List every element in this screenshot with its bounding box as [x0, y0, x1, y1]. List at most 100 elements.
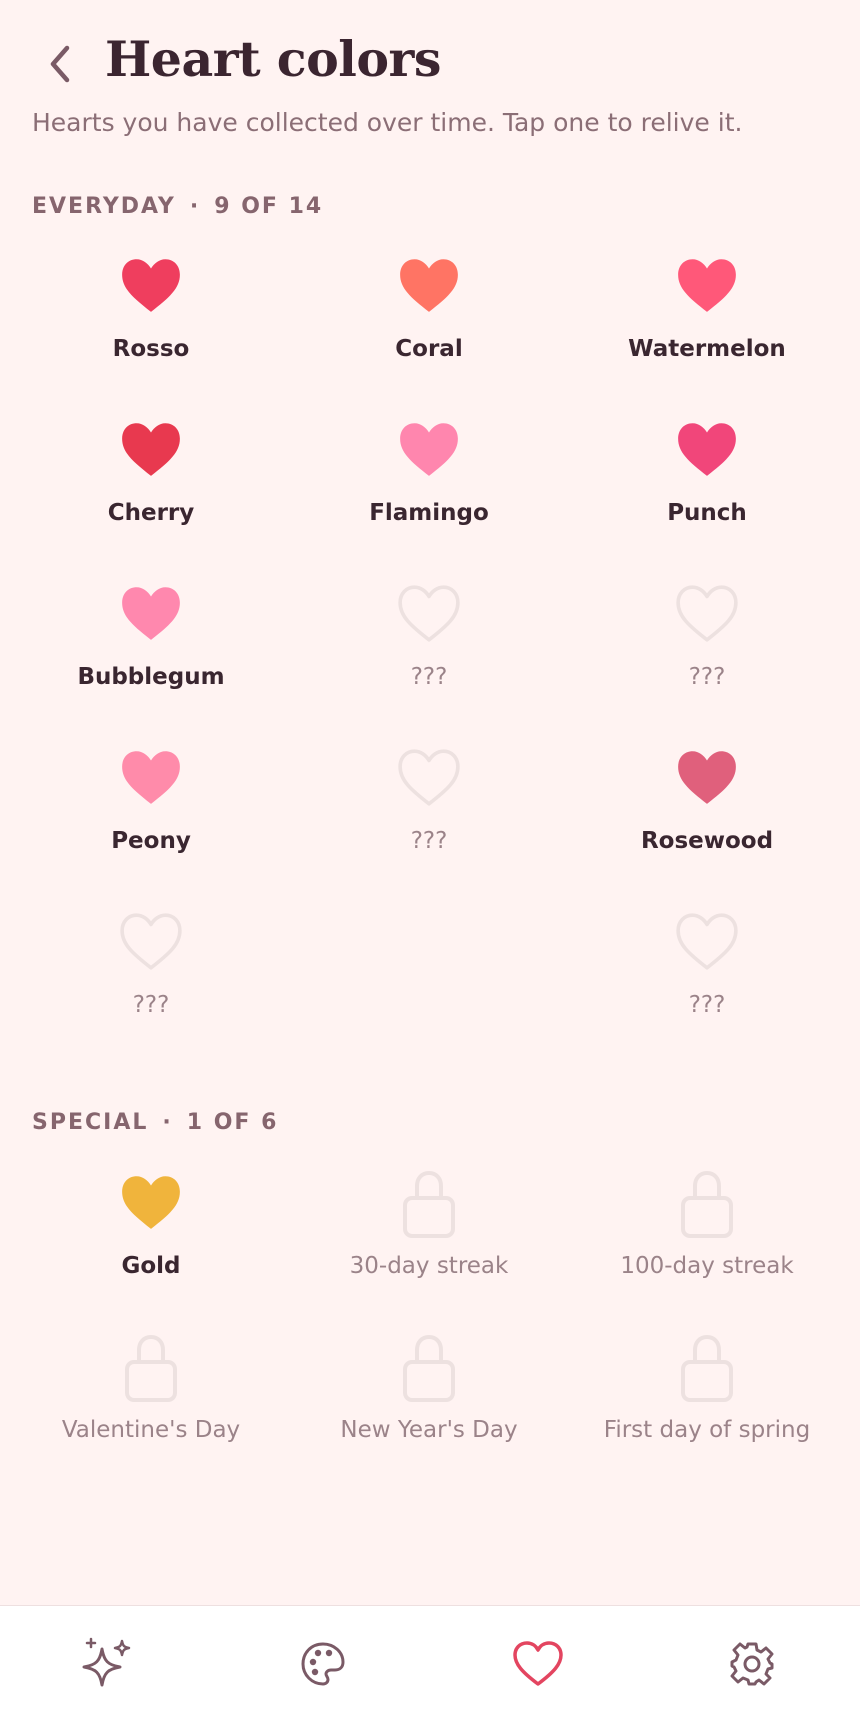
heart-tile[interactable]: 30-day streak [290, 1157, 568, 1321]
heart-filled-icon [678, 259, 736, 312]
lock-icon [681, 1334, 733, 1402]
heart-tile[interactable]: ??? [290, 732, 568, 896]
heart-tile[interactable]: Watermelon [568, 240, 846, 404]
heart-filled-icon [678, 751, 736, 804]
section-title-everyday: EVERYDAY · 9 OF 14 [32, 194, 323, 219]
back-button[interactable] [38, 40, 82, 88]
heart-tile-icon [672, 742, 742, 812]
heart-tile[interactable]: Flamingo [290, 404, 568, 568]
heart-outline-icon [676, 913, 738, 970]
heart-filled-icon [122, 259, 180, 312]
nav-item-palette[interactable] [293, 1634, 353, 1694]
heart-tile[interactable]: Peony [12, 732, 290, 896]
empty-grid-slot [290, 896, 568, 1060]
heart-icon [513, 1641, 563, 1686]
heart-tile-icon [116, 742, 186, 812]
heart-tile[interactable]: ??? [290, 568, 568, 732]
heart-tile[interactable]: Gold [12, 1157, 290, 1321]
lock-icon [403, 1170, 455, 1238]
heart-tile[interactable]: Bubblegum [12, 568, 290, 732]
everyday-hearts-grid: Rosso Coral Watermelon Cherry Flamingo Punch B… [12, 240, 846, 1060]
heart-tile-icon [116, 578, 186, 648]
palette-icon [301, 1642, 345, 1686]
heart-outline-icon [676, 585, 738, 642]
settings-gear-icon [730, 1642, 774, 1686]
heart-tile[interactable]: ??? [12, 896, 290, 1060]
heart-tile-label: ??? [410, 828, 448, 854]
heart-outline-icon [120, 913, 182, 970]
heart-tile-icon [394, 250, 464, 320]
heart-outline-icon [398, 749, 460, 806]
heart-tile-label: ??? [688, 664, 726, 690]
bottom-nav-bar [0, 1605, 860, 1721]
heart-tile-label: 30-day streak [349, 1253, 509, 1279]
heart-tile-label: Valentine's Day [61, 1417, 241, 1443]
heart-tile[interactable]: New Year's Day [290, 1321, 568, 1485]
heart-tile-icon [672, 578, 742, 648]
heart-tile[interactable]: Valentine's Day [12, 1321, 290, 1485]
heart-filled-icon [122, 751, 180, 804]
heart-tile-label: Rosewood [640, 828, 774, 854]
lock-icon [125, 1334, 177, 1402]
heart-filled-icon [122, 423, 180, 476]
lock-icon [681, 1170, 733, 1238]
lock-icon [403, 1334, 455, 1402]
nav-item-settings[interactable] [722, 1634, 782, 1694]
heart-tile-label: Punch [667, 500, 747, 526]
chevron-left-icon [50, 45, 70, 83]
heart-tile-label: ??? [410, 664, 448, 690]
heart-tile-icon [394, 1167, 464, 1238]
page-title: Heart colors [105, 30, 441, 88]
heart-tile-icon [672, 250, 742, 320]
heart-tile-label: ??? [688, 992, 726, 1018]
heart-tile-icon [116, 906, 186, 976]
heart-tile[interactable]: 100-day streak [568, 1157, 846, 1321]
heart-tile-icon [672, 906, 742, 976]
heart-tile[interactable]: Punch [568, 404, 846, 568]
heart-tile-icon [116, 1331, 186, 1402]
heart-filled-icon [122, 587, 180, 640]
heart-tile-label: Bubblegum [77, 664, 225, 690]
heart-tile-label: Rosso [112, 336, 190, 362]
heart-tile-icon [672, 1167, 742, 1238]
heart-tile-label: Flamingo [369, 500, 489, 526]
heart-tile[interactable]: First day of spring [568, 1321, 846, 1485]
heart-filled-icon [400, 423, 458, 476]
heart-tile-label: 100-day streak [620, 1253, 794, 1279]
heart-tile-icon [394, 578, 464, 648]
heart-tile-icon [116, 414, 186, 484]
heart-tile[interactable]: Cherry [12, 404, 290, 568]
heart-tile[interactable]: Rosewood [568, 732, 846, 896]
heart-filled-icon [122, 1176, 180, 1229]
heart-tile-icon [394, 414, 464, 484]
heart-tile[interactable]: Rosso [12, 240, 290, 404]
heart-tile[interactable]: ??? [568, 896, 846, 1060]
heart-filled-icon [678, 423, 736, 476]
sparkles-icon [82, 1637, 131, 1687]
section-label: SPECIAL [32, 1110, 149, 1135]
heart-tile-label: Gold [121, 1253, 181, 1279]
heart-tile-icon [672, 1331, 742, 1402]
separator-dot: · [162, 1110, 173, 1135]
heart-tile-label: ??? [132, 992, 170, 1018]
heart-tile-label: New Year's Day [340, 1417, 518, 1443]
heart-tile-label: Cherry [107, 500, 195, 526]
heart-filled-icon [400, 259, 458, 312]
heart-tile-label: First day of spring [603, 1417, 811, 1443]
heart-tile-icon [394, 742, 464, 812]
heart-tile-icon [672, 414, 742, 484]
heart-tile[interactable]: Coral [290, 240, 568, 404]
section-count: 9 OF 14 [214, 194, 324, 219]
nav-item-sparkles[interactable] [77, 1634, 137, 1694]
heart-tile-icon [116, 250, 186, 320]
section-label: EVERYDAY [32, 194, 176, 219]
heart-tile-label: Coral [395, 336, 463, 362]
separator-dot: · [189, 194, 201, 219]
special-hearts-grid: Gold 30-day streak 100-day streak Valentine… [12, 1157, 846, 1485]
heart-tile[interactable]: ??? [568, 568, 846, 732]
heart-tile-icon [116, 1167, 186, 1237]
heart-outline-icon [398, 585, 460, 642]
heart-tile-label: Watermelon [628, 336, 786, 362]
section-title-special: SPECIAL · 1 OF 6 [32, 1110, 278, 1135]
nav-item-hearts[interactable] [508, 1634, 568, 1694]
